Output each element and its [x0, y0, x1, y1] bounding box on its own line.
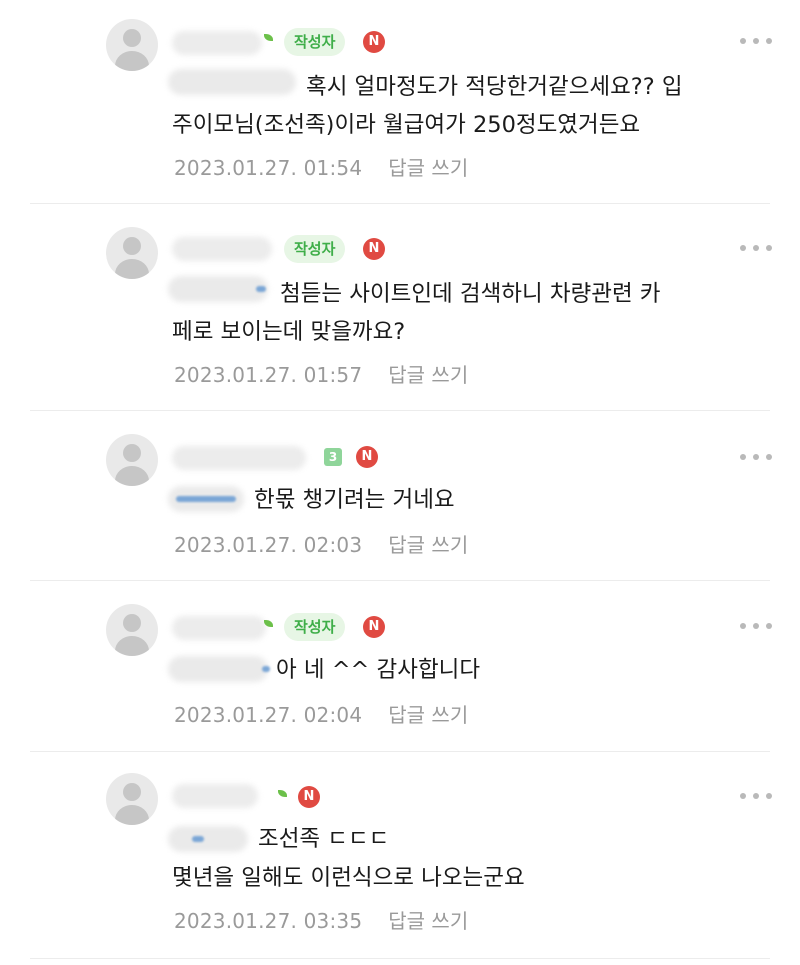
comment-meta: 2023.01.27. 02:04 답글 쓰기 — [174, 699, 468, 728]
new-badge: N — [298, 786, 320, 808]
comment-text: 페로 보이는데 맞을까요? — [172, 313, 405, 351]
comment-text-line: 한몫 챙기려는 거네요 — [254, 487, 455, 513]
comment-meta: 2023.01.27. 01:57 답글 쓰기 — [174, 359, 468, 388]
comment-text-line: 몇년을 일해도 이런식으로 나오는군요 — [172, 865, 525, 891]
more-options-icon[interactable] — [740, 451, 772, 463]
avatar-head — [123, 444, 141, 462]
avatar[interactable] — [106, 227, 158, 279]
avatar-body — [115, 466, 149, 486]
comment-text: 아 네 ^^ 감사합니다 — [276, 651, 480, 689]
reply-button[interactable]: 답글 쓰기 — [388, 703, 468, 727]
avatar[interactable] — [106, 773, 158, 825]
comment-date: 2023.01.27. 01:54 — [174, 156, 363, 180]
comment-text-line: 혹시 얼마정도가 적당한거같으세요?? 입 — [306, 74, 683, 100]
new-badge: N — [363, 31, 385, 53]
author-badge: 작성자 — [284, 613, 346, 641]
mention-redacted — [168, 69, 296, 95]
comment-meta: 2023.01.27. 01:54 답글 쓰기 — [174, 152, 468, 181]
nickname-redacted[interactable] — [172, 616, 266, 640]
sprout-level-icon — [264, 34, 273, 41]
divider — [30, 958, 770, 959]
mention-redacted — [168, 826, 248, 852]
new-badge: N — [363, 238, 385, 260]
comment-text: 조선족 ㄷㄷㄷ — [258, 820, 389, 858]
comment-text-line: 첨듣는 사이트인데 검색하니 차량관련 카 — [280, 281, 661, 307]
avatar-body — [115, 51, 149, 71]
divider — [30, 203, 770, 204]
avatar[interactable] — [106, 604, 158, 656]
comment-text: 첨듣는 사이트인데 검색하니 차량관련 카 — [280, 275, 661, 313]
more-options-icon[interactable] — [740, 790, 772, 802]
reply-button[interactable]: 답글 쓰기 — [388, 363, 468, 387]
mention-redacted — [168, 276, 268, 302]
more-options-icon[interactable] — [740, 620, 772, 632]
author-badge: 작성자 — [284, 28, 346, 56]
divider — [30, 751, 770, 752]
comment-text: 주이모님(조선족)이라 월급여가 250정도였거든요 — [172, 106, 640, 144]
comment-text-line: 페로 보이는데 맞을까요? — [172, 319, 406, 345]
comment-meta: 2023.01.27. 02:03 답글 쓰기 — [174, 529, 468, 558]
new-badge: N — [363, 616, 385, 638]
nickname-redacted[interactable] — [172, 237, 272, 261]
more-options-icon[interactable] — [740, 35, 772, 47]
divider — [30, 580, 770, 581]
divider — [30, 410, 770, 411]
avatar-body — [115, 805, 149, 825]
comment-date: 2023.01.27. 03:35 — [174, 909, 363, 933]
avatar-head — [123, 783, 141, 801]
level-badge: 3 — [324, 448, 342, 466]
reply-button[interactable]: 답글 쓰기 — [388, 909, 468, 933]
reply-button[interactable]: 답글 쓰기 — [388, 533, 468, 557]
mention-highlight — [256, 286, 266, 292]
avatar[interactable] — [106, 19, 158, 71]
comment-text-line: 주이모님(조선족)이라 월급여가 250정도였거든요 — [172, 112, 641, 138]
comment-text-line: 조선족 ㄷㄷㄷ — [258, 826, 390, 852]
mention-redacted — [168, 656, 268, 682]
avatar[interactable] — [106, 434, 158, 486]
avatar-head — [123, 237, 141, 255]
more-options-icon[interactable] — [740, 242, 772, 254]
comment-date: 2023.01.27. 02:04 — [174, 703, 363, 727]
avatar-body — [115, 259, 149, 279]
mention-highlight — [176, 496, 236, 502]
sprout-level-icon — [278, 790, 287, 797]
nickname-redacted[interactable] — [172, 446, 306, 470]
comment-text: 혹시 얼마정도가 적당한거같으세요?? 입 — [306, 68, 683, 106]
avatar-body — [115, 636, 149, 656]
comment-meta: 2023.01.27. 03:35 답글 쓰기 — [174, 905, 468, 934]
nickname-redacted[interactable] — [172, 31, 262, 55]
reply-button[interactable]: 답글 쓰기 — [388, 156, 468, 180]
mention-highlight — [192, 836, 204, 842]
comment-text: 한몫 챙기려는 거네요 — [254, 481, 455, 519]
comment-text-line: 아 네 ^^ 감사합니다 — [276, 657, 481, 683]
comment-text: 몇년을 일해도 이런식으로 나오는군요 — [172, 859, 525, 897]
mention-highlight — [262, 666, 270, 672]
comment-date: 2023.01.27. 01:57 — [174, 363, 363, 387]
avatar-head — [123, 29, 141, 47]
new-badge: N — [356, 446, 378, 468]
avatar-head — [123, 614, 141, 632]
comment-date: 2023.01.27. 02:03 — [174, 533, 363, 557]
nickname-redacted[interactable] — [172, 784, 258, 808]
author-badge: 작성자 — [284, 235, 346, 263]
